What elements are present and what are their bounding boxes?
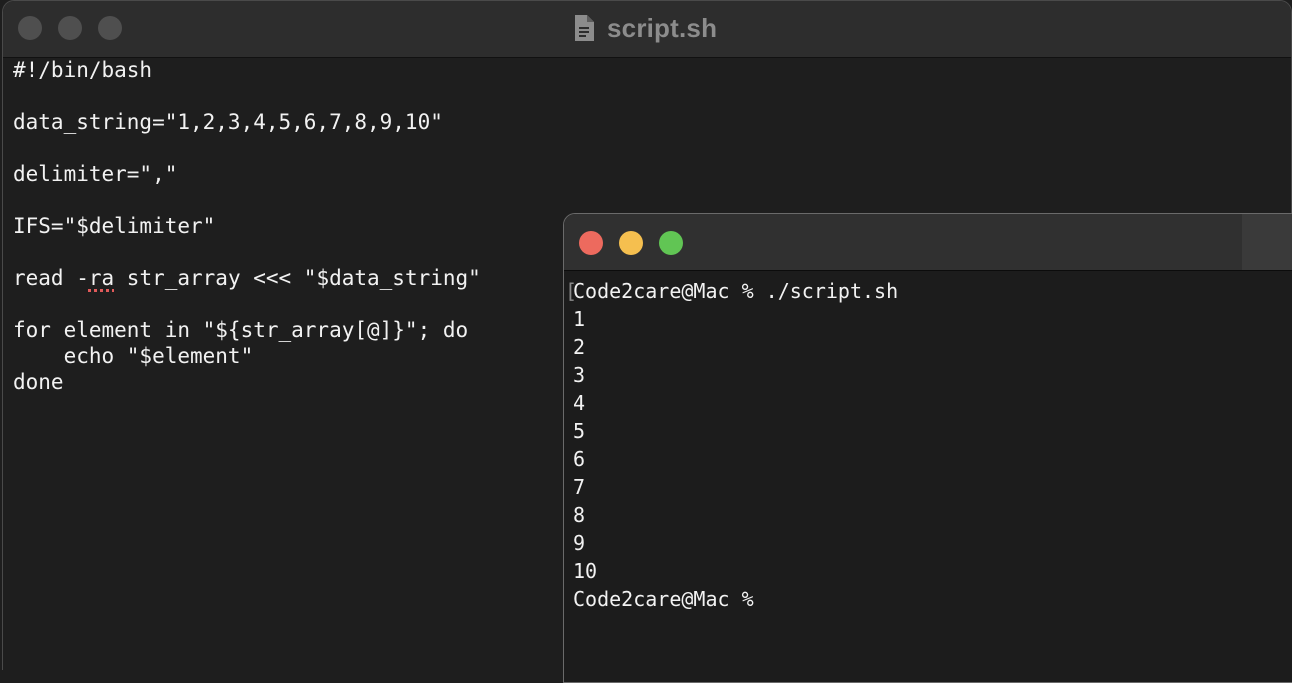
terminal-line: 2 — [573, 335, 586, 359]
code-line: data_string="1,2,3,4,5,6,7,8,9,10" — [13, 110, 443, 134]
zoom-button[interactable] — [659, 231, 683, 255]
window-title-group: script.sh — [573, 11, 717, 45]
code-text: read - — [13, 266, 89, 290]
terminal-line: 1 — [573, 307, 586, 331]
code-line: done — [13, 370, 64, 394]
document-icon — [575, 15, 594, 41]
terminal-output[interactable]: [ Code2care@Mac % ./script.sh 1 2 3 4 5 … — [564, 271, 1292, 682]
code-line: echo "$element" — [13, 344, 254, 368]
close-button[interactable] — [18, 16, 42, 40]
terminal-line: 3 — [573, 363, 586, 387]
terminal-window: [ Code2care@Mac % ./script.sh 1 2 3 4 5 … — [563, 213, 1292, 683]
window-title: script.sh — [607, 12, 718, 43]
code-line: for element in "${str_array[@]}"; do — [13, 318, 469, 342]
minimize-button[interactable] — [619, 231, 643, 255]
code-line: delimiter="," — [13, 162, 178, 186]
terminal-titlebar — [564, 214, 1292, 271]
terminal-line: 5 — [573, 419, 586, 443]
terminal-line: 10 — [573, 559, 598, 583]
titlebar-pane — [1242, 214, 1292, 270]
terminal-line: 4 — [573, 391, 586, 415]
terminal-line: 6 — [573, 447, 586, 471]
terminal-line: Code2care@Mac % ./script.sh — [573, 279, 899, 303]
close-button[interactable] — [579, 231, 603, 255]
terminal-prompt: Code2care@Mac % — [573, 587, 754, 611]
editor-titlebar: script.sh — [3, 1, 1291, 58]
terminal-line: 9 — [573, 531, 586, 555]
spelling-error-marker: ra — [88, 266, 115, 290]
code-text: str_array <<< "$data_string" — [114, 266, 481, 290]
terminal-line: 8 — [573, 503, 586, 527]
code-line-read: read -ra str_array <<< "$data_string" — [13, 265, 481, 291]
minimize-button[interactable] — [58, 16, 82, 40]
terminal-line: 7 — [573, 475, 586, 499]
zoom-button[interactable] — [98, 16, 122, 40]
code-line: IFS="$delimiter" — [13, 214, 216, 238]
code-line: #!/bin/bash — [13, 58, 153, 82]
